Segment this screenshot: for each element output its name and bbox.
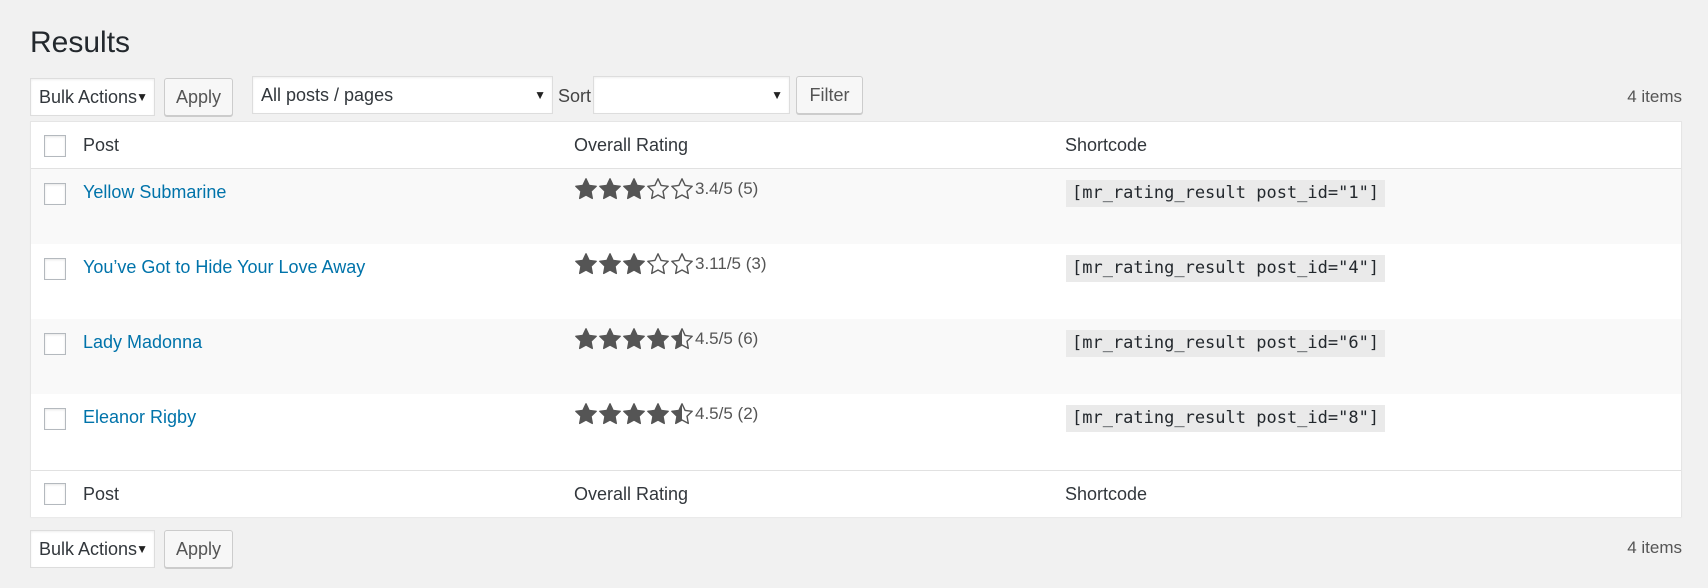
star-filled-icon bbox=[599, 403, 621, 425]
star-filled-icon bbox=[623, 253, 645, 275]
rating-score: 4.5/5 (6) bbox=[695, 329, 759, 348]
sort-select[interactable]: ▼ bbox=[593, 76, 790, 114]
post-title-link[interactable]: You’ve Got to Hide Your Love Away bbox=[83, 257, 365, 278]
star-filled-icon bbox=[575, 328, 597, 350]
column-footer-shortcode: Shortcode bbox=[1065, 484, 1148, 504]
star-filled-icon bbox=[623, 178, 645, 200]
rating-score: 3.11/5 (3) bbox=[695, 254, 767, 273]
bulk-actions-select-bottom[interactable]: Bulk Actions ▼ bbox=[30, 530, 155, 568]
rating-stars: 4.5/5 (2) bbox=[574, 402, 758, 432]
shortcode: [mr_rating_result post_id="1"] bbox=[1066, 180, 1386, 207]
star-filled-icon bbox=[647, 403, 669, 425]
column-footer-post[interactable]: Post bbox=[83, 471, 119, 518]
star-filled-icon bbox=[599, 178, 621, 200]
apply-button[interactable]: Apply bbox=[164, 78, 233, 116]
apply-button-bottom[interactable]: Apply bbox=[164, 530, 233, 568]
tablenav-top: Bulk Actions ▼ Apply All posts / pages ▼… bbox=[30, 76, 1682, 118]
page-title: Results bbox=[30, 26, 131, 59]
star-half-icon bbox=[671, 403, 693, 425]
table-footer: Post Overall Rating Shortcode bbox=[31, 470, 1681, 517]
row-checkbox[interactable] bbox=[44, 333, 66, 355]
row-checkbox[interactable] bbox=[44, 183, 66, 205]
star-filled-icon bbox=[599, 328, 621, 350]
row-checkbox[interactable] bbox=[44, 258, 66, 280]
table-row: Yellow Submarine 3.4/5 (5) [mr_rating_re… bbox=[31, 169, 1681, 244]
rating-stars: 3.4/5 (5) bbox=[574, 177, 758, 207]
column-footer-rating: Overall Rating bbox=[574, 484, 689, 504]
bulk-actions-value: Bulk Actions bbox=[39, 539, 138, 559]
star-empty-icon bbox=[671, 178, 693, 200]
star-filled-icon bbox=[647, 328, 669, 350]
results-table: Post Overall Rating Shortcode Yellow Sub… bbox=[30, 121, 1682, 517]
column-header-post[interactable]: Post bbox=[83, 122, 119, 169]
post-title-link[interactable]: Yellow Submarine bbox=[83, 182, 226, 203]
select-all-checkbox[interactable] bbox=[44, 135, 66, 157]
row-checkbox[interactable] bbox=[44, 408, 66, 430]
star-filled-icon bbox=[623, 328, 645, 350]
filter-button[interactable]: Filter bbox=[796, 76, 863, 114]
star-filled-icon bbox=[575, 178, 597, 200]
rating-score: 4.5/5 (2) bbox=[695, 404, 759, 423]
shortcode: [mr_rating_result post_id="6"] bbox=[1066, 330, 1386, 357]
shortcode: [mr_rating_result post_id="4"] bbox=[1066, 255, 1386, 282]
star-filled-icon bbox=[623, 403, 645, 425]
chevron-down-icon: ▼ bbox=[136, 542, 148, 556]
star-empty-icon bbox=[647, 253, 669, 275]
rating-score: 3.4/5 (5) bbox=[695, 179, 759, 198]
column-header-shortcode: Shortcode bbox=[1065, 135, 1148, 155]
rating-stars: 4.5/5 (6) bbox=[574, 327, 758, 357]
star-filled-icon bbox=[599, 253, 621, 275]
select-all-checkbox-footer[interactable] bbox=[44, 483, 66, 505]
posts-filter-value: All posts / pages bbox=[261, 85, 394, 105]
post-title-link[interactable]: Lady Madonna bbox=[83, 332, 202, 353]
chevron-down-icon: ▼ bbox=[136, 90, 148, 104]
item-count-bottom: 4 items bbox=[1627, 538, 1682, 557]
post-title-link[interactable]: Eleanor Rigby bbox=[83, 407, 196, 428]
table-header: Post Overall Rating Shortcode bbox=[31, 122, 1681, 169]
star-half-icon bbox=[671, 328, 693, 350]
shortcode: [mr_rating_result post_id="8"] bbox=[1066, 405, 1386, 432]
star-filled-icon bbox=[575, 403, 597, 425]
column-header-rating: Overall Rating bbox=[574, 135, 689, 155]
rating-stars: 3.11/5 (3) bbox=[574, 252, 767, 282]
table-row: You’ve Got to Hide Your Love Away 3.11/5… bbox=[31, 244, 1681, 319]
item-count: 4 items bbox=[1627, 87, 1682, 106]
bulk-actions-value: Bulk Actions bbox=[39, 87, 138, 107]
star-empty-icon bbox=[671, 253, 693, 275]
posts-filter-select[interactable]: All posts / pages ▼ bbox=[252, 76, 553, 114]
tablenav-bottom: Bulk Actions ▼ Apply 4 items bbox=[30, 530, 1682, 570]
sort-label: Sort bbox=[558, 86, 592, 106]
bulk-actions-select[interactable]: Bulk Actions ▼ bbox=[30, 78, 155, 116]
star-empty-icon bbox=[647, 178, 669, 200]
table-row: Lady Madonna 4.5/5 (6) [mr_rating_result… bbox=[31, 319, 1681, 394]
table-row: Eleanor Rigby 4.5/5 (2) [mr_rating_resul… bbox=[31, 394, 1681, 469]
chevron-down-icon: ▼ bbox=[534, 88, 546, 102]
chevron-down-icon: ▼ bbox=[771, 88, 783, 102]
star-filled-icon bbox=[575, 253, 597, 275]
